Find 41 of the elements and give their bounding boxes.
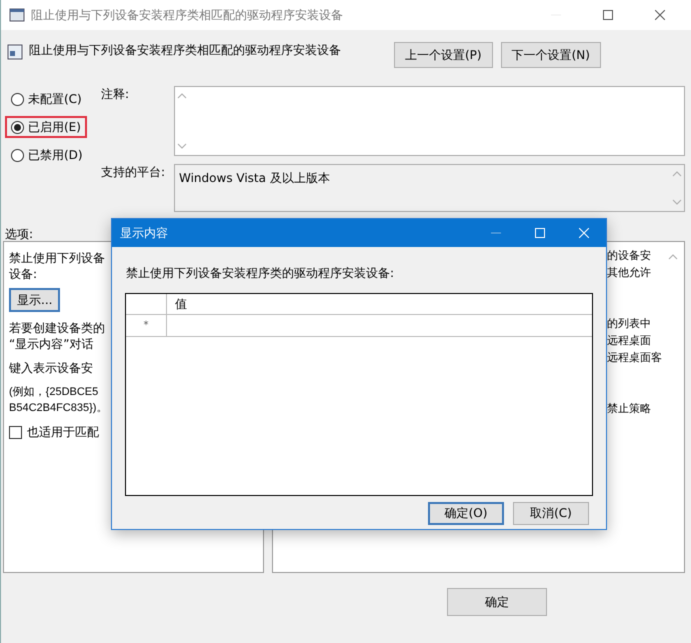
radio-label[interactable]: 已禁用(D) [28, 146, 83, 164]
radio-button[interactable] [11, 120, 24, 134]
platform-value: Windows Vista 及以上版本 [178, 170, 331, 187]
checkbox-label[interactable]: 也适用于匹配 [27, 424, 99, 441]
radio-button[interactable] [11, 92, 24, 106]
help-text: 禁止策略 [607, 402, 651, 415]
ok-button[interactable]: 确定(O) [428, 502, 504, 525]
close-icon[interactable] [655, 10, 665, 20]
checkbox[interactable] [9, 426, 22, 439]
radio-button[interactable] [11, 148, 24, 162]
help-text: 远程桌面客 [607, 351, 662, 364]
option-text: 若要创建设备类的 [9, 320, 105, 336]
option-text: 键入表示设备安 [9, 360, 93, 376]
platform-label: 支持的平台: [101, 164, 166, 181]
comment-label: 注释: [101, 86, 130, 103]
option-text: B54C2B4FC835})。 [9, 401, 108, 416]
option-text: (例如，{25DBCE5 [9, 385, 98, 400]
column-header: 值 [174, 296, 188, 313]
ok-button[interactable]: 确定 [447, 588, 547, 616]
show-button[interactable]: 显示... [9, 288, 60, 312]
option-text: “显示内容”对话 [9, 336, 94, 352]
policy-title: 阻止使用与下列设备安装程序类相匹配的驱动程序安装设备 [29, 42, 342, 59]
policy-icon [7, 44, 23, 60]
nav-button[interactable]: 下一个设置(N) [500, 42, 601, 68]
dialog-title: 显示内容 [120, 224, 168, 242]
help-text: 的列表中 [607, 317, 651, 330]
value-grid[interactable]: 值 * [125, 293, 593, 496]
maximize-icon[interactable] [603, 10, 613, 20]
help-text: 其他允许 [607, 266, 651, 279]
radio-label[interactable]: 已启用(E) [28, 118, 81, 136]
radio-label[interactable]: 未配置(C) [28, 90, 82, 108]
dialog-label: 禁止使用下列设备安装程序类的驱动程序安装设备: [125, 265, 396, 282]
window-title: 阻止使用与下列设备安装程序类相匹配的驱动程序安装设备 [31, 6, 343, 24]
cancel-button[interactable]: 取消(C) [513, 502, 589, 525]
help-text: 的设备安 [607, 249, 651, 262]
policy-icon [9, 7, 25, 23]
help-text: 远程桌面 [607, 334, 651, 347]
nav-button[interactable]: 上一个设置(P) [394, 42, 493, 68]
options-label: 选项: [5, 226, 34, 238]
option-text: 设备: [9, 266, 38, 282]
option-text: 禁止使用下列设备 [9, 250, 105, 266]
